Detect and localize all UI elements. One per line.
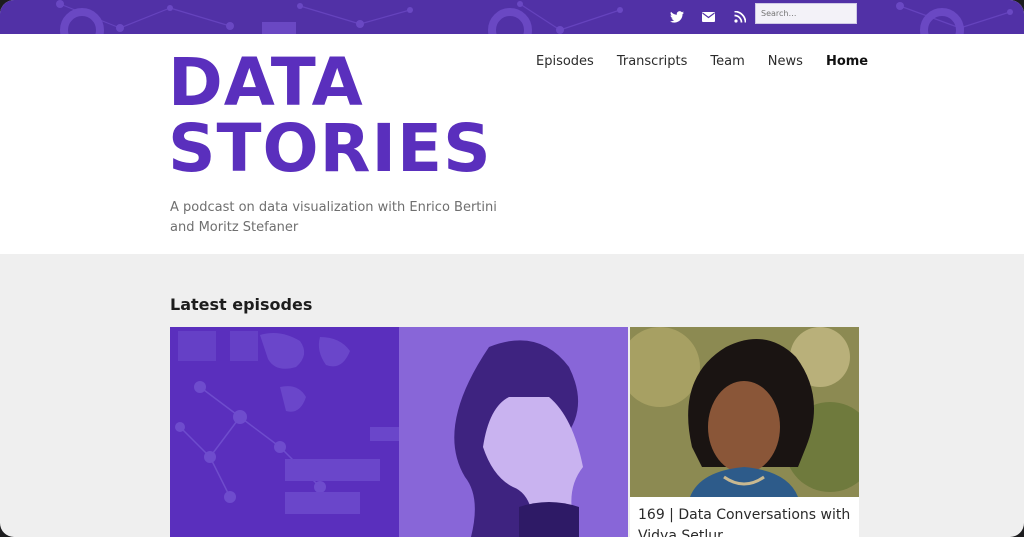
episode-card[interactable]: 169 | Data Conversations with Vidya Setl… <box>630 327 859 537</box>
site-logo[interactable]: DATA STORIES <box>168 50 492 182</box>
site-tagline: A podcast on data visualization with Enr… <box>170 200 497 235</box>
logo-line-stories: STORIES <box>168 110 492 187</box>
twitter-link[interactable] <box>666 5 688 29</box>
nav-home[interactable]: Home <box>826 54 868 69</box>
guest-portrait-illustration <box>399 327 628 537</box>
main-nav: Episodes Transcripts Team News Home <box>536 54 868 69</box>
twitter-icon <box>670 11 684 23</box>
episode-guest-photo <box>630 327 859 497</box>
nav-episodes[interactable]: Episodes <box>536 54 594 69</box>
search-input[interactable] <box>755 3 857 24</box>
episode-guest-photo <box>399 327 628 537</box>
nav-team[interactable]: Team <box>710 54 744 69</box>
rss-icon <box>734 11 746 23</box>
mail-link[interactable] <box>697 5 719 29</box>
network-pattern <box>56 0 1013 34</box>
nav-transcripts[interactable]: Transcripts <box>617 54 688 69</box>
rss-link[interactable] <box>729 5 751 29</box>
episode-title[interactable]: 169 | Data Conversations with Vidya Setl… <box>638 505 854 537</box>
section-title: Latest episodes <box>170 295 313 314</box>
episode-artwork-pattern <box>175 331 399 514</box>
browser-viewport: DATA STORIES A podcast on data visualiza… <box>0 0 1024 537</box>
logo-line-data: DATA <box>168 44 364 121</box>
site-header: DATA STORIES A podcast on data visualiza… <box>0 34 1024 254</box>
mail-icon <box>701 12 715 22</box>
nav-news[interactable]: News <box>768 54 803 69</box>
episode-card-featured[interactable] <box>170 327 628 537</box>
top-bar <box>0 0 1024 34</box>
guest-portrait-illustration <box>630 327 859 497</box>
